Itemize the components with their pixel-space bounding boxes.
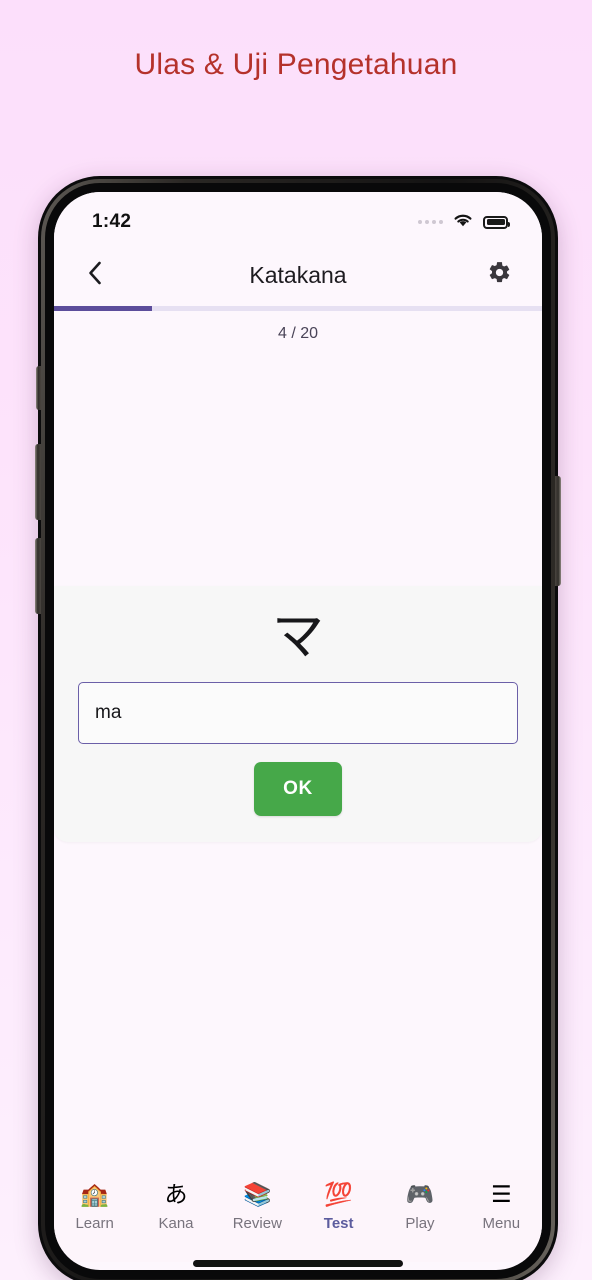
nav-item-learn[interactable]: 🏫 Learn bbox=[54, 1182, 135, 1232]
volume-down-button[interactable] bbox=[35, 538, 41, 614]
wifi-icon bbox=[452, 212, 474, 233]
game-controller-icon: 🎮 bbox=[405, 1181, 435, 1208]
nav-label-kana: Kana bbox=[158, 1215, 194, 1232]
silent-switch-button[interactable] bbox=[36, 366, 41, 410]
battery-full-icon bbox=[483, 215, 510, 229]
answer-input[interactable] bbox=[78, 681, 518, 744]
kana-character: マ bbox=[271, 607, 324, 668]
gear-icon bbox=[487, 260, 512, 290]
school-icon: 🏫 bbox=[80, 1181, 109, 1208]
back-button[interactable] bbox=[74, 254, 116, 296]
signal-dots-icon bbox=[418, 220, 443, 224]
nav-item-menu[interactable]: ☰ Menu bbox=[461, 1182, 542, 1232]
quiz-area: マ OK bbox=[54, 343, 542, 1170]
home-indicator-bar bbox=[193, 1260, 403, 1267]
hamburger-menu-icon: ☰ bbox=[490, 1181, 512, 1208]
nav-label-menu: Menu bbox=[482, 1215, 521, 1232]
volume-up-button[interactable] bbox=[35, 444, 41, 520]
nav-item-play[interactable]: 🎮 Play bbox=[379, 1182, 460, 1232]
nav-item-test[interactable]: 💯 Test bbox=[298, 1182, 379, 1232]
nav-label-learn: Learn bbox=[75, 1215, 114, 1232]
progress-counter: 4 / 20 bbox=[54, 311, 542, 343]
nav-label-test: Test bbox=[323, 1215, 354, 1232]
status-icons bbox=[418, 212, 510, 233]
app-bar: Katakana bbox=[54, 244, 542, 306]
books-icon: 📚 bbox=[243, 1181, 272, 1208]
hiragana-a-icon: あ bbox=[164, 1181, 188, 1208]
phone-screen: 1:42 Katakana 4 / 20 マ ma OK 🏫 Learn あ K… bbox=[54, 192, 542, 1270]
nav-label-review: Review bbox=[232, 1215, 282, 1232]
nav-item-kana[interactable]: あ Kana bbox=[135, 1182, 216, 1232]
quiz-bottom-spacer bbox=[54, 842, 542, 1170]
chevron-left-icon bbox=[84, 260, 106, 291]
question-card: マ OK bbox=[54, 586, 542, 842]
nav-item-review[interactable]: 📚 Review bbox=[217, 1182, 298, 1232]
submit-row: OK bbox=[78, 761, 518, 816]
submit-answer-button[interactable]: OK bbox=[254, 761, 342, 816]
home-indicator bbox=[54, 1248, 542, 1270]
hundred-points-icon: 💯 bbox=[324, 1181, 353, 1208]
settings-button[interactable] bbox=[478, 254, 520, 296]
page-title: Ulas & Uji Pengetahuan bbox=[134, 48, 458, 81]
nav-label-play: Play bbox=[405, 1215, 435, 1232]
phone-mockup: 1:42 Katakana 4 / 20 マ ma OK 🏫 Learn あ K… bbox=[35, 176, 561, 1280]
status-time: 1:42 bbox=[92, 211, 132, 232]
app-bar-title: Katakana bbox=[249, 261, 347, 288]
quiz-top-spacer bbox=[54, 343, 542, 586]
status-bar: 1:42 bbox=[54, 192, 542, 244]
power-button[interactable] bbox=[555, 476, 561, 586]
